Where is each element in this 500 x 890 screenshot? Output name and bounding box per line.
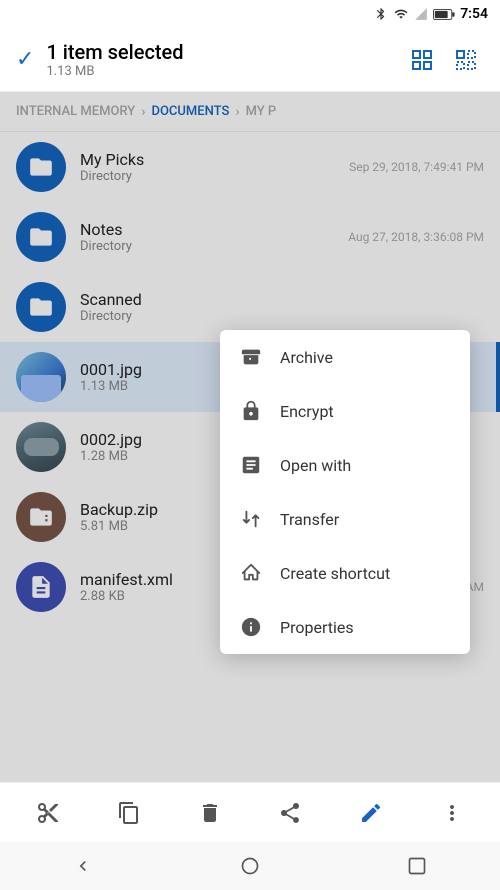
check-icon: ✓ xyxy=(16,47,34,72)
archive-icon xyxy=(238,344,264,370)
transfer-icon xyxy=(238,506,264,532)
bottom-toolbar xyxy=(0,782,500,842)
status-icons: 7:54 xyxy=(374,6,488,22)
archive-label: Archive xyxy=(280,348,333,367)
transfer-label: Transfer xyxy=(280,510,339,529)
bluetooth-icon xyxy=(374,7,388,21)
status-time: 7:54 xyxy=(460,6,488,22)
cut-button[interactable] xyxy=(26,791,70,835)
properties-label: Properties xyxy=(280,618,354,637)
battery-icon xyxy=(433,8,455,21)
selected-size-label: 1.13 MB xyxy=(46,64,392,79)
list-select-button[interactable] xyxy=(448,42,484,78)
open-external-icon xyxy=(238,452,264,478)
context-menu-item-archive[interactable]: Archive xyxy=(220,330,470,384)
home-button[interactable] xyxy=(228,844,272,888)
wifi-icon xyxy=(393,7,409,21)
signal-icon xyxy=(414,7,428,21)
context-menu-item-encrypt[interactable]: Encrypt xyxy=(220,384,470,438)
context-menu-item-open-with[interactable]: Open with xyxy=(220,438,470,492)
status-bar: 7:54 xyxy=(0,0,500,28)
delete-button[interactable] xyxy=(188,791,232,835)
info-icon xyxy=(238,614,264,640)
create-shortcut-label: Create shortcut xyxy=(280,564,390,583)
rename-button[interactable] xyxy=(349,791,393,835)
shortcut-icon xyxy=(238,560,264,586)
context-menu-item-properties[interactable]: Properties xyxy=(220,600,470,654)
header-title-area: 1 item selected 1.13 MB xyxy=(46,40,392,79)
share-button[interactable] xyxy=(268,791,312,835)
context-menu-item-create-shortcut[interactable]: Create shortcut xyxy=(220,546,470,600)
copy-button[interactable] xyxy=(107,791,151,835)
header-actions xyxy=(404,42,484,78)
navigation-bar xyxy=(0,842,500,890)
recents-button[interactable] xyxy=(395,844,439,888)
context-menu: Archive Encrypt Open with xyxy=(220,330,470,654)
encrypt-label: Encrypt xyxy=(280,402,334,421)
open-with-label: Open with xyxy=(280,456,351,475)
back-button[interactable] xyxy=(61,844,105,888)
header: ✓ 1 item selected 1.13 MB xyxy=(0,28,500,92)
more-options-button[interactable] xyxy=(430,791,474,835)
selected-count-label: 1 item selected xyxy=(46,40,392,64)
lock-icon xyxy=(238,398,264,424)
grid-select-button[interactable] xyxy=(404,42,440,78)
context-menu-item-transfer[interactable]: Transfer xyxy=(220,492,470,546)
